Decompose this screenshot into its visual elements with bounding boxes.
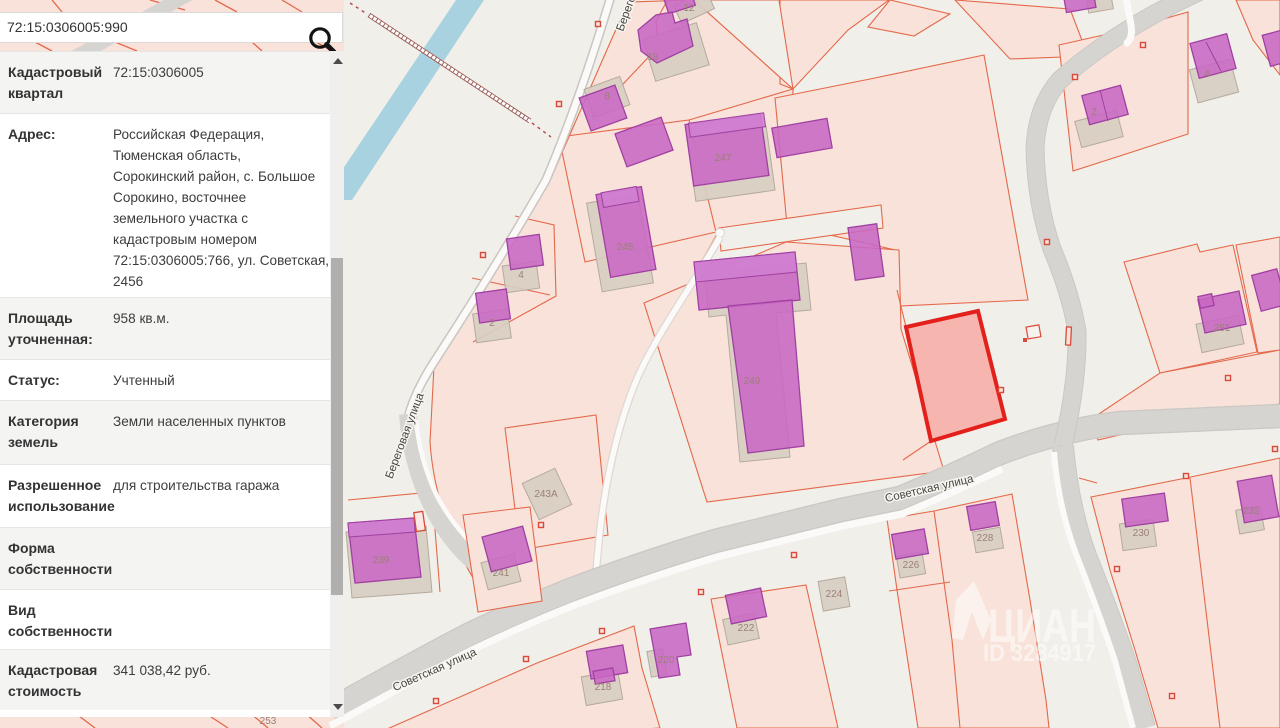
svg-text:2: 2 bbox=[1091, 107, 1097, 118]
svg-text:220: 220 bbox=[658, 655, 675, 666]
svg-text:245: 245 bbox=[617, 242, 634, 253]
svg-text:222: 222 bbox=[738, 623, 755, 634]
svg-text:4: 4 bbox=[1204, 69, 1210, 80]
svg-text:12: 12 bbox=[683, 3, 695, 14]
svg-text:243А: 243А bbox=[534, 489, 558, 500]
svg-text:224: 224 bbox=[826, 589, 843, 600]
svg-text:228: 228 bbox=[977, 533, 994, 544]
svg-text:241: 241 bbox=[493, 568, 510, 579]
svg-text:2: 2 bbox=[489, 318, 495, 329]
svg-text:218: 218 bbox=[595, 682, 612, 693]
svg-text:232: 232 bbox=[1243, 506, 1260, 517]
svg-text:253: 253 bbox=[260, 716, 277, 727]
svg-text:251: 251 bbox=[1214, 323, 1231, 334]
svg-text:19: 19 bbox=[647, 52, 659, 63]
svg-text:230: 230 bbox=[1133, 528, 1150, 539]
svg-text:4: 4 bbox=[518, 270, 524, 281]
svg-text:ID 3284917: ID 3284917 bbox=[983, 640, 1096, 667]
svg-text:226: 226 bbox=[903, 560, 920, 571]
svg-text:247: 247 bbox=[715, 153, 732, 164]
svg-text:239: 239 bbox=[373, 555, 390, 566]
svg-text:8: 8 bbox=[604, 91, 610, 102]
svg-text:249: 249 bbox=[744, 376, 761, 387]
